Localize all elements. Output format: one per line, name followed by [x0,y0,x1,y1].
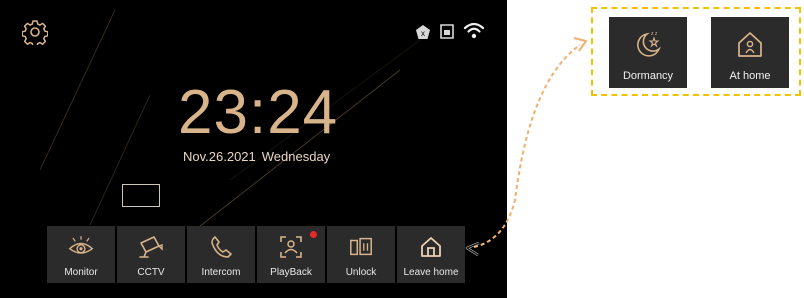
date-text: Nov.26.2021 [183,149,256,164]
sd-card-icon [440,24,454,39]
dormancy-button[interactable]: z z Dormancy [609,17,687,88]
playback-face-icon [280,236,302,258]
intercom-button[interactable]: Intercom [187,226,255,283]
home-person-icon [738,32,762,57]
phone-icon [211,236,232,258]
leave-home-button[interactable]: Leave home [397,226,465,283]
gear-icon[interactable] [22,19,48,45]
away-status-icon: x [416,25,430,39]
monitor-button[interactable]: Monitor [47,226,115,283]
moon-star-icon: z z [637,31,661,57]
at-home-button[interactable]: At home [711,17,789,88]
svg-text:x: x [421,29,425,38]
at-home-label: At home [729,70,771,82]
unlock-label: Unlock [345,267,377,278]
dormancy-label: Dormancy [622,70,674,82]
svg-text:z z: z z [651,31,658,37]
leave-home-label: Leave home [403,267,459,278]
playback-label: PlayBack [270,267,312,278]
intercom-screen: x 23:24 Nov.26.2021 Wednesday Monitor CC… [0,0,507,298]
weekday-text: Wednesday [261,149,331,164]
empty-frame [122,184,160,207]
house-icon [421,237,441,257]
function-dock: Monitor CCTV Intercom PlayBack Unlock Le… [47,226,467,283]
monitor-label: Monitor [64,267,98,278]
intercom-label: Intercom [201,267,241,278]
cctv-camera-icon [139,236,163,258]
cctv-label: CCTV [137,267,165,278]
eye-icon [68,235,94,254]
cctv-button[interactable]: CCTV [117,226,185,283]
playback-notification-badge [310,231,317,238]
scene-mode-panel: z z Dormancy At home [591,7,801,96]
playback-button[interactable]: PlayBack [257,226,325,283]
wifi-icon [463,22,485,39]
unlock-button[interactable]: Unlock [327,226,395,283]
unlock-door-icon [350,237,372,256]
clock-date: Nov.26.2021 Wednesday [183,149,336,164]
clock-time: 23:24 [178,78,339,147]
